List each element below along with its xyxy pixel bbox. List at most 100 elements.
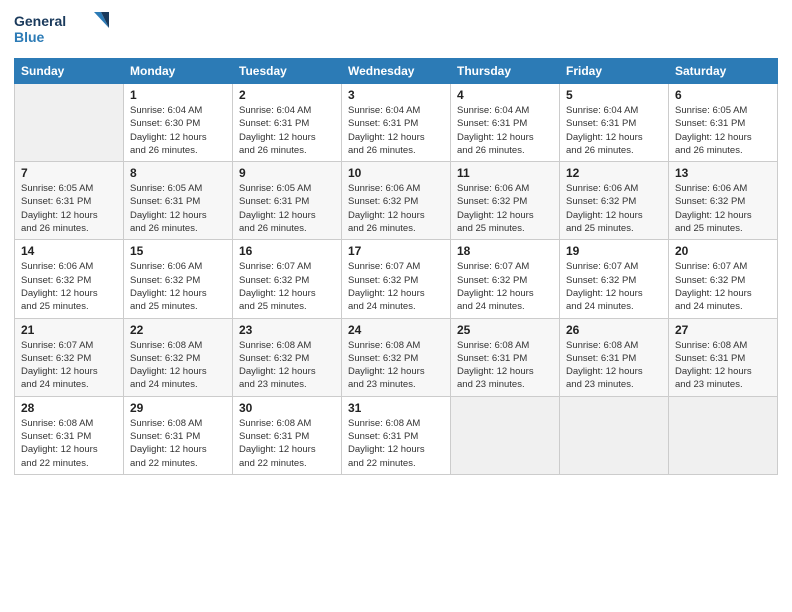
calendar-cell: 21 Sunrise: 6:07 AM Sunset: 6:32 PM Dayli…: [15, 318, 124, 396]
day-number: 7: [21, 166, 117, 180]
day-info: Sunrise: 6:06 AM Sunset: 6:32 PM Dayligh…: [130, 260, 226, 313]
day-number: 10: [348, 166, 444, 180]
day-number: 16: [239, 244, 335, 258]
calendar-cell: 27 Sunrise: 6:08 AM Sunset: 6:31 PM Dayli…: [669, 318, 778, 396]
col-header-monday: Monday: [124, 59, 233, 84]
calendar-cell: [15, 84, 124, 162]
day-number: 9: [239, 166, 335, 180]
svg-text:General: General: [14, 13, 66, 29]
calendar-cell: 11 Sunrise: 6:06 AM Sunset: 6:32 PM Dayli…: [451, 162, 560, 240]
calendar-cell: 10 Sunrise: 6:06 AM Sunset: 6:32 PM Dayli…: [342, 162, 451, 240]
day-number: 25: [457, 323, 553, 337]
day-number: 22: [130, 323, 226, 337]
day-number: 11: [457, 166, 553, 180]
col-header-thursday: Thursday: [451, 59, 560, 84]
day-number: 4: [457, 88, 553, 102]
day-info: Sunrise: 6:07 AM Sunset: 6:32 PM Dayligh…: [239, 260, 335, 313]
calendar-cell: 1 Sunrise: 6:04 AM Sunset: 6:30 PM Daylig…: [124, 84, 233, 162]
calendar-cell: 23 Sunrise: 6:08 AM Sunset: 6:32 PM Dayli…: [233, 318, 342, 396]
calendar-cell: 12 Sunrise: 6:06 AM Sunset: 6:32 PM Dayli…: [560, 162, 669, 240]
day-number: 23: [239, 323, 335, 337]
calendar-cell: 2 Sunrise: 6:04 AM Sunset: 6:31 PM Daylig…: [233, 84, 342, 162]
day-info: Sunrise: 6:04 AM Sunset: 6:31 PM Dayligh…: [239, 104, 335, 157]
calendar-table: SundayMondayTuesdayWednesdayThursdayFrid…: [14, 58, 778, 475]
calendar-cell: 7 Sunrise: 6:05 AM Sunset: 6:31 PM Daylig…: [15, 162, 124, 240]
header: General Blue: [14, 10, 778, 52]
day-info: Sunrise: 6:05 AM Sunset: 6:31 PM Dayligh…: [21, 182, 117, 235]
calendar-cell: 20 Sunrise: 6:07 AM Sunset: 6:32 PM Dayli…: [669, 240, 778, 318]
calendar-cell: 16 Sunrise: 6:07 AM Sunset: 6:32 PM Dayli…: [233, 240, 342, 318]
calendar-cell: 25Sunrise: 6:08 AM Sunset: 6:31 PM Dayli…: [451, 318, 560, 396]
day-info: Sunrise: 6:06 AM Sunset: 6:32 PM Dayligh…: [457, 182, 553, 235]
day-info: Sunrise: 6:05 AM Sunset: 6:31 PM Dayligh…: [130, 182, 226, 235]
day-info: Sunrise: 6:04 AM Sunset: 6:30 PM Dayligh…: [130, 104, 226, 157]
day-info: Sunrise: 6:07 AM Sunset: 6:32 PM Dayligh…: [457, 260, 553, 313]
day-number: 28: [21, 401, 117, 415]
calendar-cell: 29Sunrise: 6:08 AM Sunset: 6:31 PM Dayli…: [124, 396, 233, 474]
day-info: Sunrise: 6:04 AM Sunset: 6:31 PM Dayligh…: [348, 104, 444, 157]
calendar-cell: [451, 396, 560, 474]
day-number: 24: [348, 323, 444, 337]
day-info: Sunrise: 6:07 AM Sunset: 6:32 PM Dayligh…: [675, 260, 771, 313]
calendar-cell: 22Sunrise: 6:08 AM Sunset: 6:32 PM Dayli…: [124, 318, 233, 396]
calendar-cell: 9Sunrise: 6:05 AM Sunset: 6:31 PM Daylig…: [233, 162, 342, 240]
calendar-cell: 30Sunrise: 6:08 AM Sunset: 6:31 PM Dayli…: [233, 396, 342, 474]
calendar-cell: 26 Sunrise: 6:08 AM Sunset: 6:31 PM Dayli…: [560, 318, 669, 396]
calendar-cell: [560, 396, 669, 474]
page-container: General Blue SundayMondayTuesdayWednesda…: [0, 0, 792, 485]
calendar-cell: 31Sunrise: 6:08 AM Sunset: 6:31 PM Dayli…: [342, 396, 451, 474]
day-info: Sunrise: 6:06 AM Sunset: 6:32 PM Dayligh…: [566, 182, 662, 235]
calendar-cell: 17 Sunrise: 6:07 AM Sunset: 6:32 PM Dayli…: [342, 240, 451, 318]
day-number: 17: [348, 244, 444, 258]
day-number: 15: [130, 244, 226, 258]
day-number: 26: [566, 323, 662, 337]
col-header-saturday: Saturday: [669, 59, 778, 84]
calendar-cell: 13Sunrise: 6:06 AM Sunset: 6:32 PM Dayli…: [669, 162, 778, 240]
day-number: 12: [566, 166, 662, 180]
day-number: 14: [21, 244, 117, 258]
calendar-cell: 28 Sunrise: 6:08 AM Sunset: 6:31 PM Dayli…: [15, 396, 124, 474]
day-info: Sunrise: 6:06 AM Sunset: 6:32 PM Dayligh…: [348, 182, 444, 235]
svg-text:Blue: Blue: [14, 29, 45, 45]
col-header-tuesday: Tuesday: [233, 59, 342, 84]
calendar-cell: 14 Sunrise: 6:06 AM Sunset: 6:32 PM Dayli…: [15, 240, 124, 318]
week-row-2: 14 Sunrise: 6:06 AM Sunset: 6:32 PM Dayli…: [15, 240, 778, 318]
day-info: Sunrise: 6:07 AM Sunset: 6:32 PM Dayligh…: [348, 260, 444, 313]
day-number: 30: [239, 401, 335, 415]
day-number: 8: [130, 166, 226, 180]
day-info: Sunrise: 6:08 AM Sunset: 6:32 PM Dayligh…: [239, 339, 335, 392]
day-info: Sunrise: 6:08 AM Sunset: 6:31 PM Dayligh…: [348, 417, 444, 470]
day-info: Sunrise: 6:07 AM Sunset: 6:32 PM Dayligh…: [21, 339, 117, 392]
day-info: Sunrise: 6:04 AM Sunset: 6:31 PM Dayligh…: [566, 104, 662, 157]
week-row-3: 21 Sunrise: 6:07 AM Sunset: 6:32 PM Dayli…: [15, 318, 778, 396]
day-info: Sunrise: 6:08 AM Sunset: 6:31 PM Dayligh…: [675, 339, 771, 392]
calendar-cell: 6Sunrise: 6:05 AM Sunset: 6:31 PM Daylig…: [669, 84, 778, 162]
week-row-0: 1 Sunrise: 6:04 AM Sunset: 6:30 PM Daylig…: [15, 84, 778, 162]
header-row: SundayMondayTuesdayWednesdayThursdayFrid…: [15, 59, 778, 84]
day-number: 13: [675, 166, 771, 180]
calendar-cell: [669, 396, 778, 474]
week-row-4: 28 Sunrise: 6:08 AM Sunset: 6:31 PM Dayli…: [15, 396, 778, 474]
day-info: Sunrise: 6:05 AM Sunset: 6:31 PM Dayligh…: [675, 104, 771, 157]
day-info: Sunrise: 6:08 AM Sunset: 6:31 PM Dayligh…: [566, 339, 662, 392]
week-row-1: 7 Sunrise: 6:05 AM Sunset: 6:31 PM Daylig…: [15, 162, 778, 240]
day-info: Sunrise: 6:08 AM Sunset: 6:31 PM Dayligh…: [21, 417, 117, 470]
calendar-cell: 3 Sunrise: 6:04 AM Sunset: 6:31 PM Daylig…: [342, 84, 451, 162]
logo-svg: General Blue: [14, 10, 114, 52]
day-info: Sunrise: 6:06 AM Sunset: 6:32 PM Dayligh…: [21, 260, 117, 313]
calendar-cell: 15 Sunrise: 6:06 AM Sunset: 6:32 PM Dayli…: [124, 240, 233, 318]
day-info: Sunrise: 6:07 AM Sunset: 6:32 PM Dayligh…: [566, 260, 662, 313]
calendar-cell: 19Sunrise: 6:07 AM Sunset: 6:32 PM Dayli…: [560, 240, 669, 318]
day-number: 18: [457, 244, 553, 258]
day-number: 29: [130, 401, 226, 415]
calendar-cell: 4Sunrise: 6:04 AM Sunset: 6:31 PM Daylig…: [451, 84, 560, 162]
col-header-wednesday: Wednesday: [342, 59, 451, 84]
day-number: 3: [348, 88, 444, 102]
day-number: 1: [130, 88, 226, 102]
day-number: 27: [675, 323, 771, 337]
day-number: 20: [675, 244, 771, 258]
day-number: 21: [21, 323, 117, 337]
col-header-friday: Friday: [560, 59, 669, 84]
day-number: 2: [239, 88, 335, 102]
calendar-cell: 5Sunrise: 6:04 AM Sunset: 6:31 PM Daylig…: [560, 84, 669, 162]
